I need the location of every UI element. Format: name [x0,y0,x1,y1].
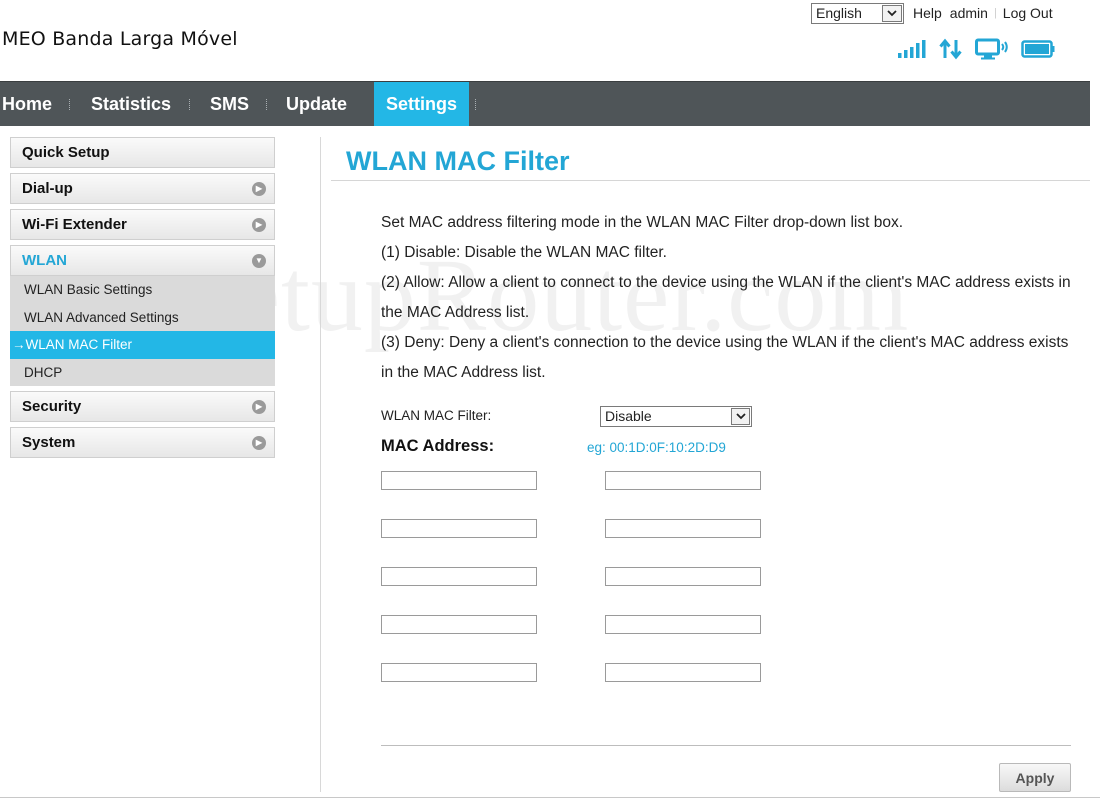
top-utility-bar: English Help admin | Log Out [811,2,1053,24]
mac-filter-select[interactable]: Disable [600,406,752,427]
wlan-submenu: WLAN Basic Settings WLAN Advanced Settin… [10,276,275,386]
sidebar-item-quick-setup[interactable]: Quick Setup [10,137,275,168]
mac-address-input-3[interactable] [381,519,537,538]
sidebar-subitem-wlan-basic-settings[interactable]: WLAN Basic Settings [10,276,275,304]
subitem-label: DHCP [24,364,63,380]
nav-divider [475,99,476,110]
mac-filter-label: WLAN MAC Filter: [381,408,492,423]
subitem-label: WLAN MAC Filter [25,337,133,352]
sidebar-item-label: Dial-up [22,180,73,197]
tab-settings[interactable]: Settings [374,82,470,126]
collapse-down-icon: ▼ [252,254,266,268]
mac-address-input-4[interactable] [605,519,761,538]
brand-title: MEO Banda Larga Móvel [2,28,238,50]
sidebar-subitem-dhcp[interactable]: DHCP [10,359,275,387]
mac-address-heading: MAC Address: [381,437,495,455]
sidebar-item-wlan[interactable]: WLAN ▼ [10,245,275,276]
sidebar-subitem-wlan-mac-filter[interactable]: →WLAN MAC Filter [10,331,275,359]
description-line: (3) Deny: Deny a client's connection to … [381,334,1069,381]
data-transfer-icon [939,38,963,65]
sidebar-item-security[interactable]: Security ▶ [10,391,275,422]
sidebar-item-label: Quick Setup [22,144,110,161]
mac-filter-value: Disable [605,408,652,424]
sidebar-item-label: System [22,434,76,451]
mac-address-input-2[interactable] [605,471,761,490]
tab-sms[interactable]: SMS [210,82,249,126]
mac-address-input-7[interactable] [381,615,537,634]
sidebar-item-wifi-extender[interactable]: Wi-Fi Extender ▶ [10,209,275,240]
mac-address-input-5[interactable] [381,567,537,586]
mac-address-input-1[interactable] [381,471,537,490]
status-icons [897,38,1055,65]
separator: | [993,7,997,19]
expand-right-icon: ▶ [252,218,266,232]
mac-address-input-6[interactable] [605,567,761,586]
description-line: (2) Allow: Allow a client to connect to … [381,274,1071,321]
main-nav: Home Statistics SMS Update Settings [0,81,1090,126]
language-select[interactable]: English [811,2,904,24]
chevron-down-icon [882,4,902,22]
tab-statistics[interactable]: Statistics [91,82,171,126]
mac-address-input-8[interactable] [605,615,761,634]
expand-right-icon: ▶ [252,182,266,196]
content-divider [320,137,321,792]
description-line: Set MAC address filtering mode in the WL… [381,214,904,231]
tab-update[interactable]: Update [286,82,347,126]
expand-right-icon: ▶ [252,400,266,414]
page-bottom-border [0,797,1100,798]
page-title: WLAN MAC Filter [346,146,570,176]
wifi-connected-device-icon [975,38,1009,65]
description: Set MAC address filtering mode in the WL… [381,208,1071,388]
expand-right-icon: ▶ [252,436,266,450]
tab-home[interactable]: Home [2,82,52,126]
sidebar-item-label: Security [22,398,82,415]
mac-address-input-10[interactable] [605,663,761,682]
form-divider [381,745,1071,746]
logout-link[interactable]: Log Out [1003,5,1053,21]
language-value: English [816,5,862,21]
mac-address-input-9[interactable] [381,663,537,682]
nav-divider [189,99,190,110]
subitem-label: WLAN Basic Settings [24,282,153,297]
nav-divider [69,99,70,110]
arrow-right-icon: → [12,337,26,352]
sidebar-item-label: Wi-Fi Extender [22,216,127,233]
subitem-label: WLAN Advanced Settings [24,309,179,325]
sidebar-item-system[interactable]: System ▶ [10,427,275,458]
title-divider [331,180,1090,181]
signal-strength-icon [897,39,927,64]
sidebar: Quick Setup Dial-up ▶ Wi-Fi Extender ▶ W… [10,137,275,463]
help-link[interactable]: Help [913,5,942,21]
sidebar-item-dial-up[interactable]: Dial-up ▶ [10,173,275,204]
sidebar-item-label: WLAN [22,252,67,269]
apply-button[interactable]: Apply [999,763,1071,792]
chevron-down-icon [731,408,750,425]
username: admin [949,5,988,21]
battery-icon [1021,39,1055,64]
nav-divider [266,99,267,110]
sidebar-subitem-wlan-advanced-settings[interactable]: WLAN Advanced Settings [10,304,275,332]
description-line: (1) Disable: Disable the WLAN MAC filter… [381,244,667,261]
mac-address-example: eg: 00:1D:0F:10:2D:D9 [587,440,726,455]
